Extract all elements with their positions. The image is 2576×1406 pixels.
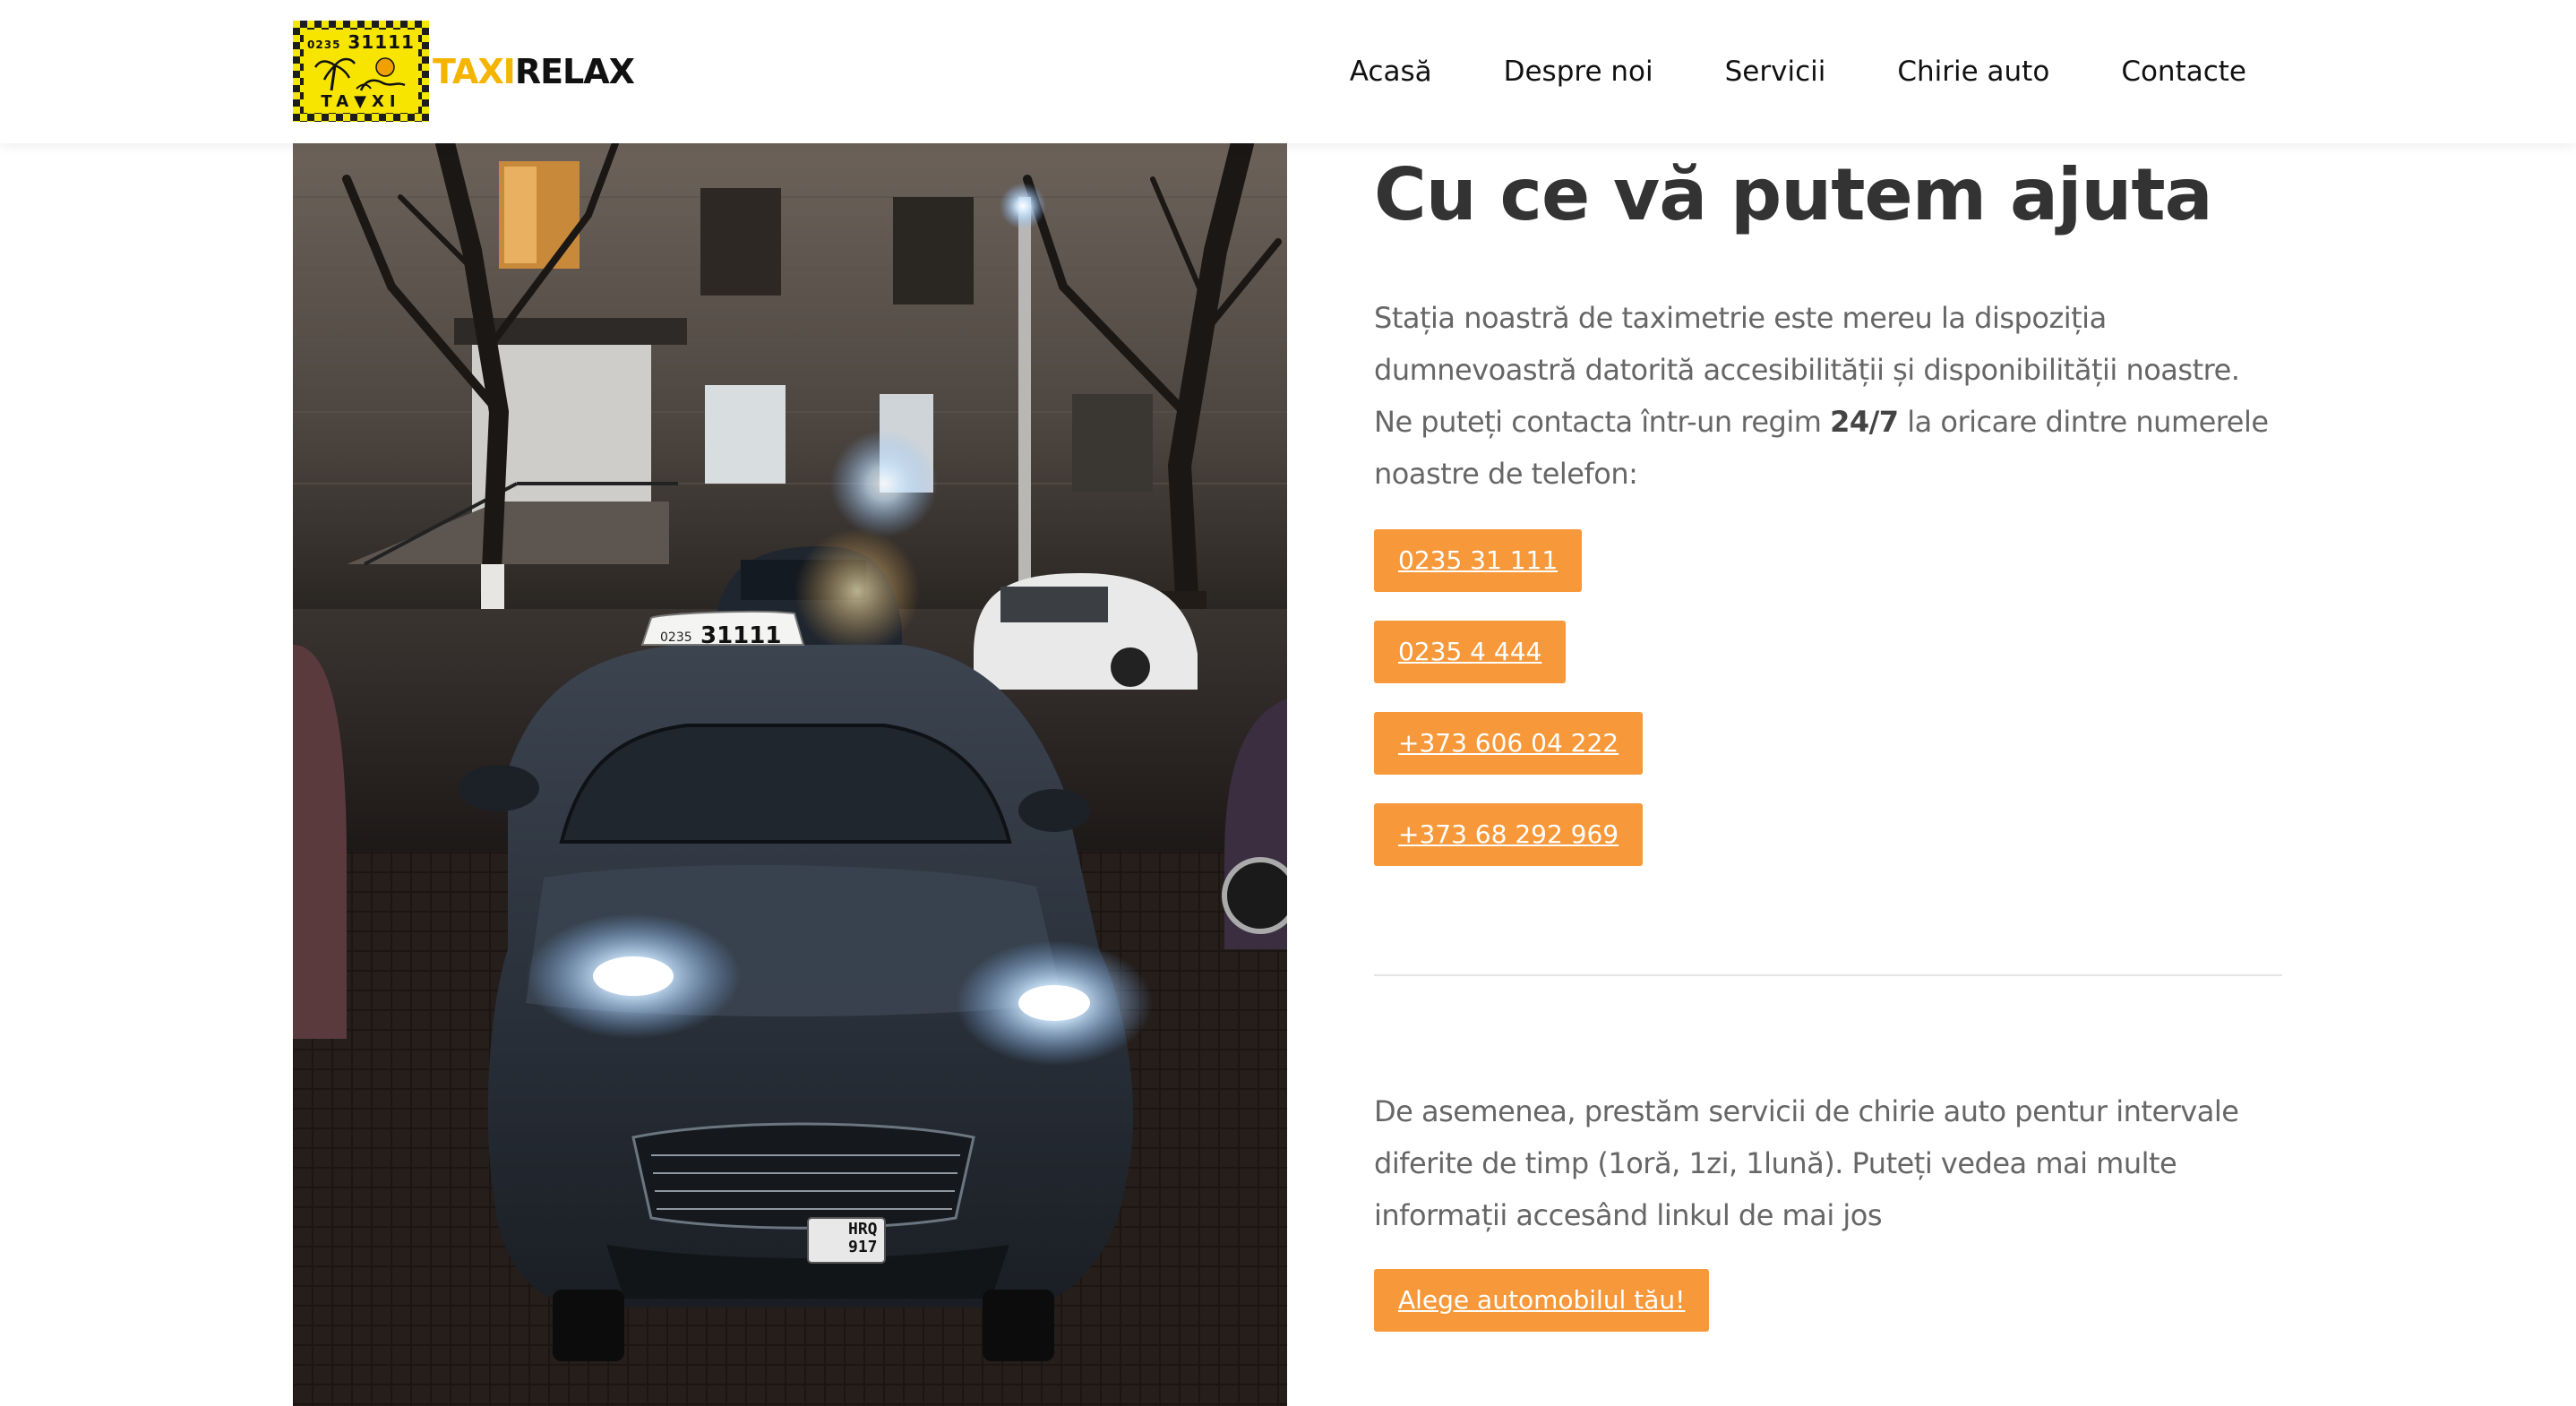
- badge-phone: 0235 31111: [307, 31, 415, 53]
- main-nav: Acasă Despre noi Servicii Chirie auto Co…: [1350, 0, 2246, 143]
- phone-button-2[interactable]: 0235 4 444: [1374, 621, 1567, 683]
- brand-taxi: TAXI: [433, 51, 516, 91]
- badge-word: TA▼XI: [321, 92, 401, 111]
- plate-text-line1: HRQ: [848, 1220, 878, 1239]
- phone-button-3[interactable]: +373 606 04 222: [1374, 712, 1644, 775]
- brand-name: TAXIRELAX: [433, 51, 635, 91]
- nav-link-services[interactable]: Servicii: [1725, 56, 1826, 88]
- phone-button-1[interactable]: 0235 31 111: [1374, 529, 1583, 592]
- section-divider: [1374, 974, 2282, 976]
- nav-link-contacts[interactable]: Contacte: [2121, 56, 2246, 88]
- roof-sign-number: 31111: [700, 622, 781, 649]
- nav-link-about[interactable]: Despre noi: [1504, 56, 1653, 88]
- taxi-badge-logo: 0235 31111 TA▼XI: [293, 21, 429, 122]
- palm-sun-icon: [313, 57, 406, 91]
- roof-sign-prefix: 0235: [660, 630, 692, 645]
- site-header: 0235 31111 TA▼XI TAXIRELAX Acasă Despre …: [0, 0, 2576, 143]
- intro-paragraph: Stația noastră de taximetrie este mereu …: [1374, 292, 2282, 500]
- rental-paragraph: De asemenea, prestăm servicii de chirie …: [1374, 1094, 2239, 1232]
- taxi-night-photo: HRQ 917 0235 31111: [293, 143, 1287, 1406]
- plate-text-line2: 917: [848, 1238, 878, 1256]
- nav-link-home[interactable]: Acasă: [1350, 56, 1432, 88]
- nav-link-car-rental[interactable]: Chirie auto: [1897, 56, 2049, 88]
- phone-button-4[interactable]: +373 68 292 969: [1374, 803, 1644, 866]
- site-logo[interactable]: 0235 31111 TA▼XI TAXIRELAX: [293, 21, 635, 122]
- intro-text-bold: 24/7: [1830, 405, 1899, 439]
- page-title: Cu ce vă putem ajuta: [1374, 153, 2213, 236]
- choose-car-button[interactable]: Alege automobilul tău!: [1374, 1269, 1710, 1332]
- brand-relax: RELAX: [514, 51, 635, 91]
